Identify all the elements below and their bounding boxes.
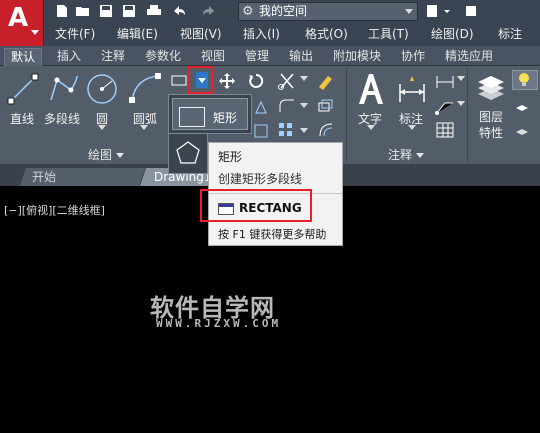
menu-view[interactable]: 视图(V) — [180, 25, 222, 43]
highlight-dropdown-arrow — [187, 66, 213, 94]
tab-output[interactable]: 输出 — [283, 48, 319, 66]
chevron-down-icon[interactable] — [140, 125, 148, 131]
rectangle-tool-icon[interactable] — [170, 72, 188, 88]
workspace-select[interactable]: ⚙ 我的空间 — [238, 2, 418, 21]
highlight-command — [200, 189, 312, 222]
menu-file[interactable]: 文件(F) — [55, 25, 95, 43]
rotate-icon[interactable] — [247, 72, 265, 90]
menu-tools[interactable]: 工具(T) — [368, 25, 409, 43]
tooltip-help: 按 F1 键获得更多帮助 — [218, 228, 327, 241]
tab-insert[interactable]: 插入 — [51, 48, 87, 66]
menu-dimension[interactable]: 标注 — [498, 25, 522, 43]
text-icon[interactable] — [355, 72, 387, 106]
chevron-down-icon — [405, 9, 413, 14]
lightbulb-icon — [519, 73, 529, 86]
erase-icon[interactable] — [316, 72, 334, 90]
tab-annotate[interactable]: 注释 — [95, 48, 131, 66]
chevron-down-icon — [416, 153, 425, 158]
tab-view[interactable]: 视图 — [195, 48, 231, 66]
new-file-icon[interactable] — [54, 4, 70, 18]
polygon-icon — [176, 141, 200, 164]
chevron-down-icon[interactable] — [442, 4, 452, 18]
leader-icon[interactable] — [435, 97, 455, 115]
array-icon[interactable] — [278, 122, 294, 138]
gear-icon: ⚙ — [242, 4, 254, 19]
linear-dimension-icon[interactable] — [435, 72, 455, 90]
chevron-down-icon[interactable] — [408, 125, 416, 131]
chevron-down-icon — [31, 30, 39, 35]
save-icon[interactable] — [98, 4, 114, 18]
tab-manage[interactable]: 管理 — [239, 48, 275, 66]
explode-icon[interactable] — [316, 98, 334, 114]
chevron-down-icon[interactable] — [300, 76, 308, 82]
panel-separator — [346, 68, 347, 162]
tab-default[interactable]: 默认 — [4, 48, 43, 66]
scale-icon[interactable] — [254, 124, 268, 138]
rectangle-option[interactable]: 矩形 — [172, 98, 248, 130]
layer-match-icon[interactable] — [514, 122, 530, 138]
menu-insert[interactable]: 插入(I) — [243, 25, 280, 43]
draw-panel-title[interactable]: 绘图 — [88, 146, 125, 164]
tab-featured-apps[interactable]: 精选应用 — [439, 48, 499, 66]
line-label[interactable]: 直线 — [10, 110, 34, 127]
layer-tool-icon[interactable] — [514, 98, 530, 114]
rectangle-icon — [179, 107, 205, 127]
trim-icon[interactable] — [278, 72, 296, 90]
move-icon[interactable] — [218, 72, 236, 90]
chevron-down-icon[interactable] — [457, 76, 465, 82]
rectangle-dropdown: 矩形 — [168, 94, 252, 134]
annotation-panel-title[interactable]: 注释 — [388, 146, 425, 164]
offset-icon[interactable] — [318, 122, 334, 138]
undo-icon[interactable] — [170, 4, 186, 18]
circle-icon[interactable] — [85, 72, 119, 106]
menu-format[interactable]: 格式(O) — [305, 25, 348, 43]
tab-parametric[interactable]: 参数化 — [139, 48, 187, 66]
chevron-down-icon — [116, 153, 125, 158]
application-menu-button[interactable]: A — [0, 0, 44, 46]
share-icon[interactable] — [424, 4, 440, 18]
fillet-icon[interactable] — [278, 98, 296, 114]
app-logo: A — [8, 3, 29, 33]
chevron-down-icon[interactable] — [98, 125, 106, 131]
dimension-icon[interactable] — [395, 74, 429, 106]
tooltip-description: 创建矩形多段线 — [218, 172, 303, 186]
tooltip-title: 矩形 — [218, 150, 243, 164]
tab-addins[interactable]: 附加模块 — [327, 48, 387, 66]
layer-label-line1[interactable]: 图层 — [479, 108, 503, 125]
menu-edit[interactable]: 编辑(E) — [117, 25, 158, 43]
panel-separator — [467, 68, 468, 162]
menu-draw[interactable]: 绘图(D) — [431, 25, 474, 43]
viewport-controls[interactable]: [−][俯视][二维线框] — [4, 202, 105, 218]
layer-properties-icon[interactable] — [474, 72, 508, 104]
table-icon[interactable] — [435, 121, 455, 139]
signin-icon[interactable] — [463, 4, 479, 18]
chevron-down-icon[interactable] — [367, 125, 375, 131]
arc-icon[interactable] — [128, 72, 162, 106]
redo-icon[interactable] — [202, 4, 218, 18]
chevron-down-icon[interactable] — [457, 101, 465, 107]
draw-panel-title-text: 绘图 — [88, 148, 113, 162]
annotation-panel-title-text: 注释 — [388, 148, 413, 162]
workspace-value: 我的空间 — [259, 4, 308, 18]
chevron-down-icon[interactable] — [300, 103, 308, 109]
polygon-option[interactable] — [168, 134, 208, 174]
save-as-icon[interactable] — [121, 4, 137, 18]
watermark-url: WWW.RJZXW.COM — [156, 317, 282, 330]
layer-label-line2[interactable]: 特性 — [479, 124, 503, 141]
tab-start[interactable]: 开始 — [20, 168, 145, 186]
polyline-icon[interactable] — [47, 72, 81, 106]
line-icon[interactable] — [6, 72, 40, 106]
chevron-down-icon[interactable] — [300, 128, 308, 134]
polyline-label[interactable]: 多段线 — [44, 110, 80, 127]
mirror-icon[interactable] — [255, 100, 267, 114]
rectangle-option-label: 矩形 — [213, 111, 238, 125]
tab-collaborate[interactable]: 协作 — [395, 48, 431, 66]
print-icon[interactable] — [146, 4, 162, 18]
open-folder-icon[interactable] — [75, 4, 91, 18]
